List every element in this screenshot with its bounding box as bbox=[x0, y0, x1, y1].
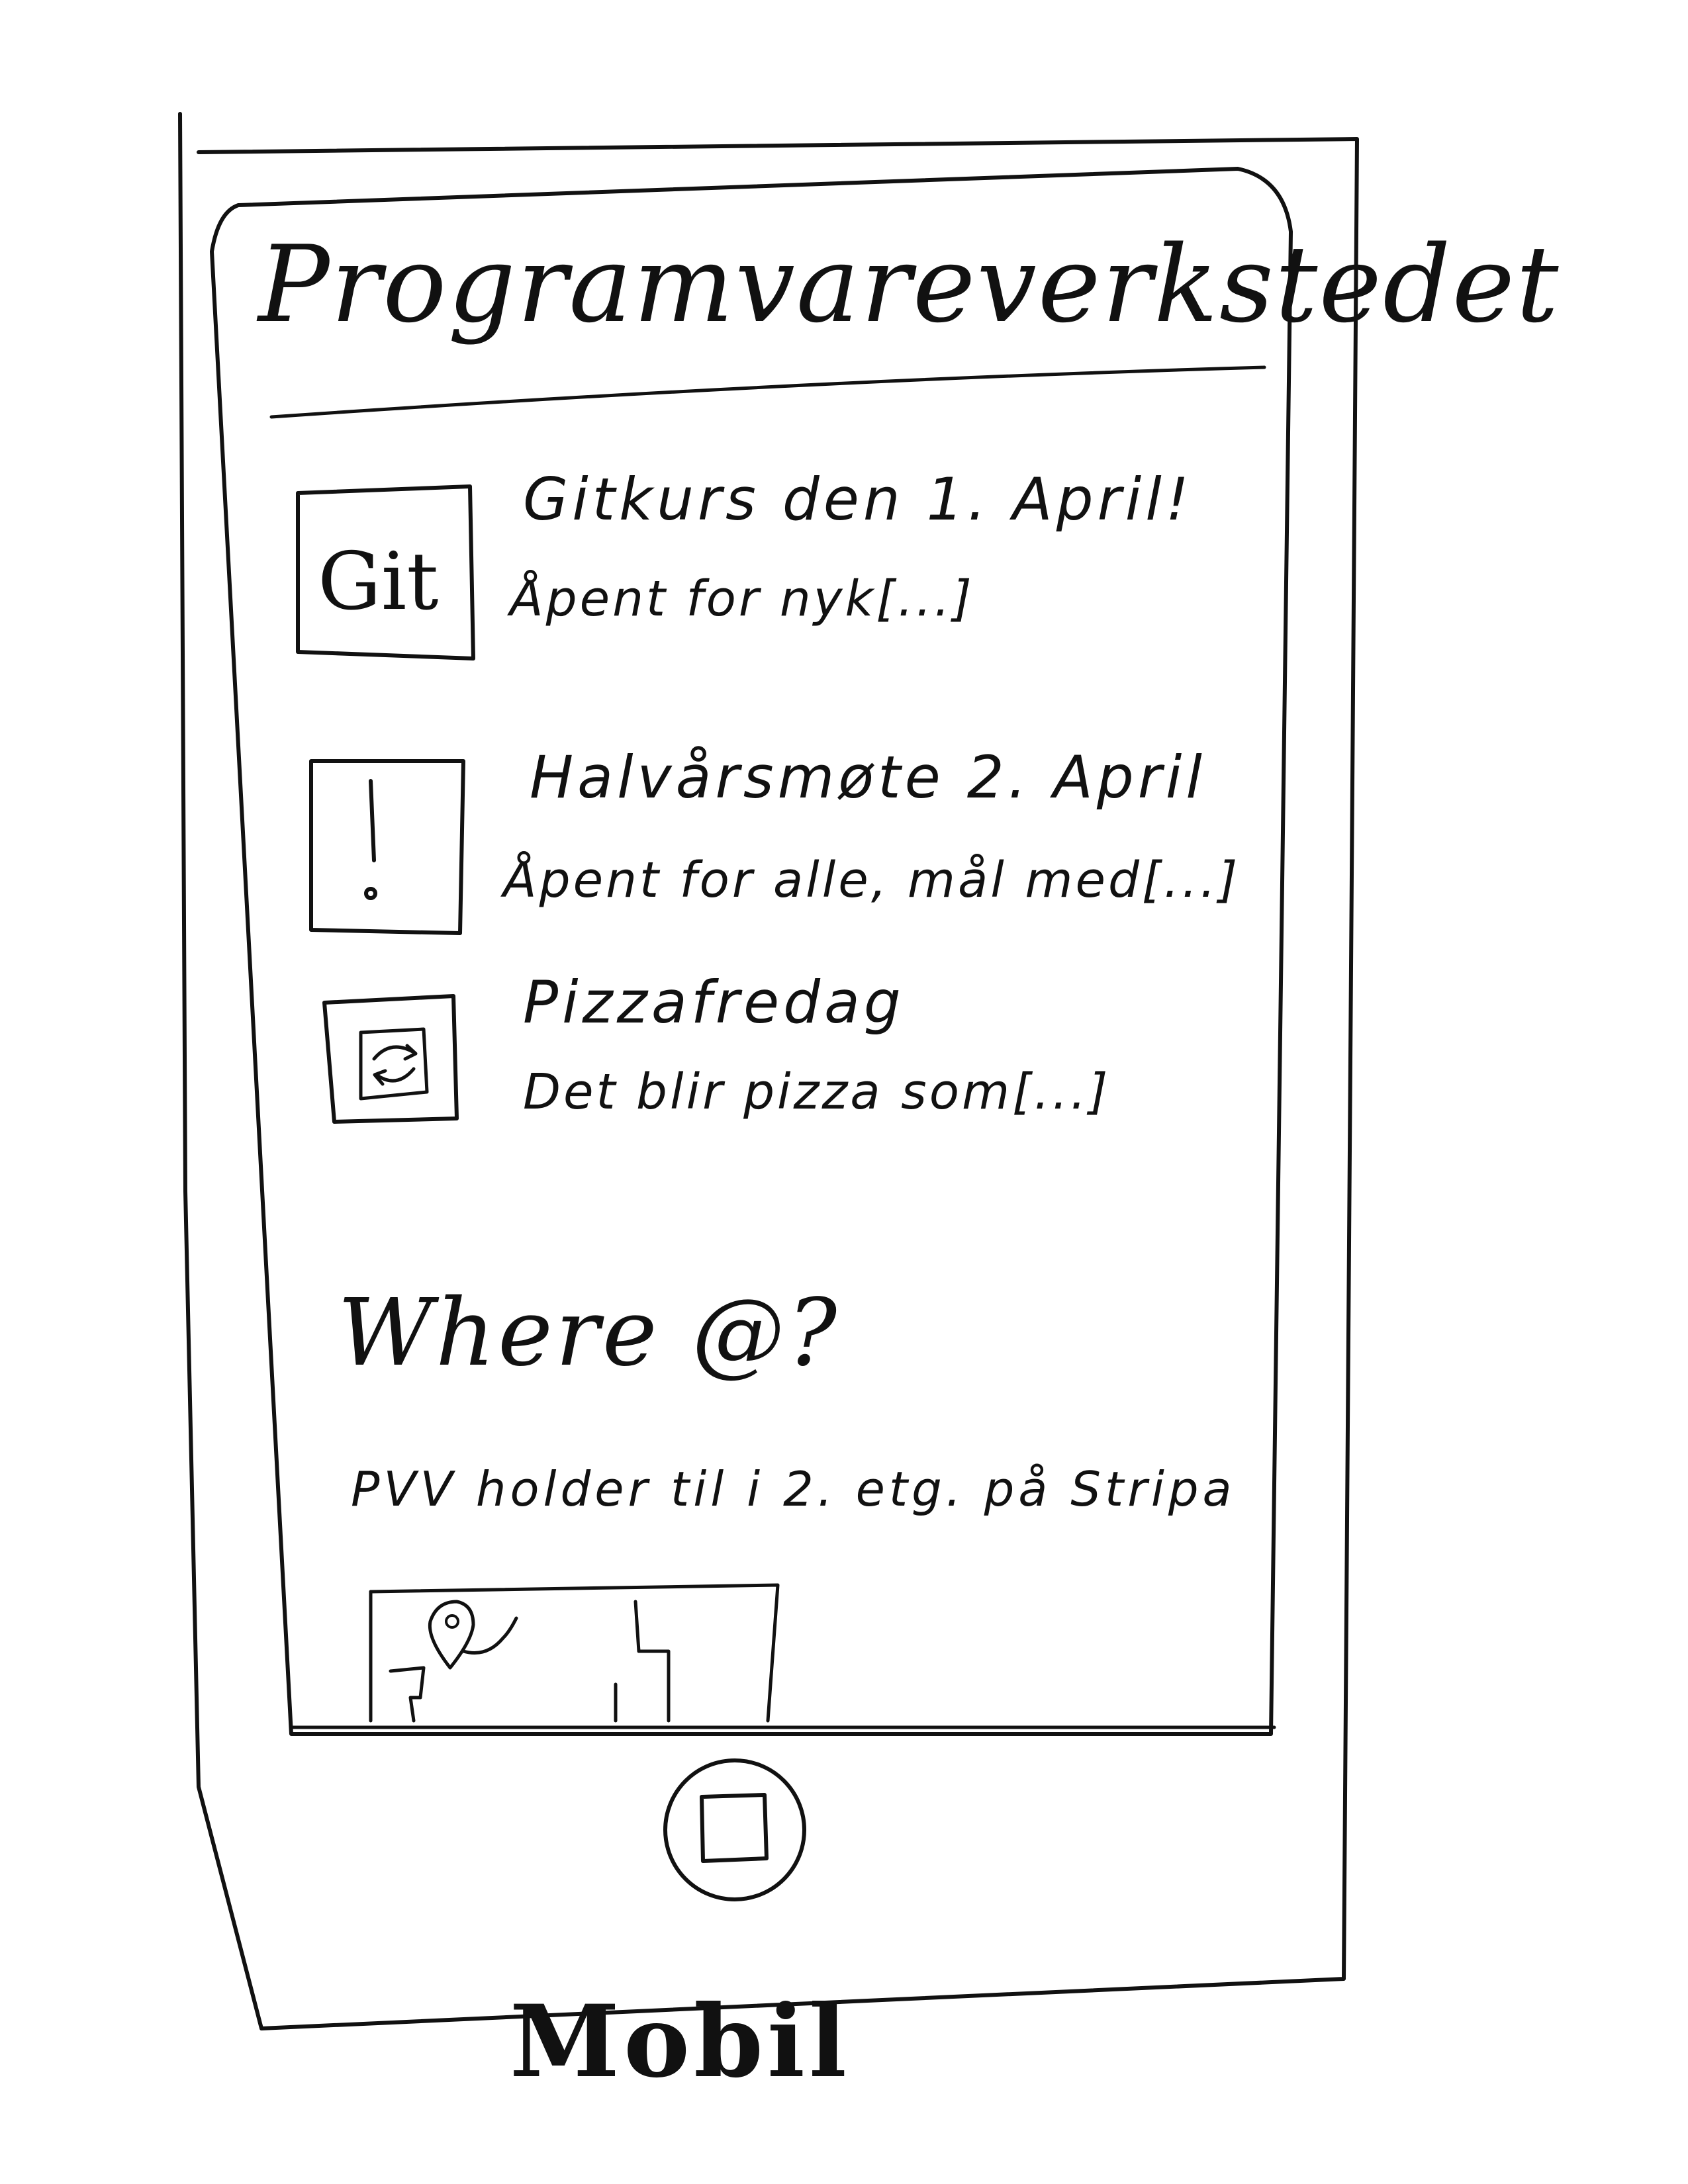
device-caption: Mobil bbox=[510, 1983, 851, 2100]
home-button-icon[interactable] bbox=[0, 0, 1688, 2184]
